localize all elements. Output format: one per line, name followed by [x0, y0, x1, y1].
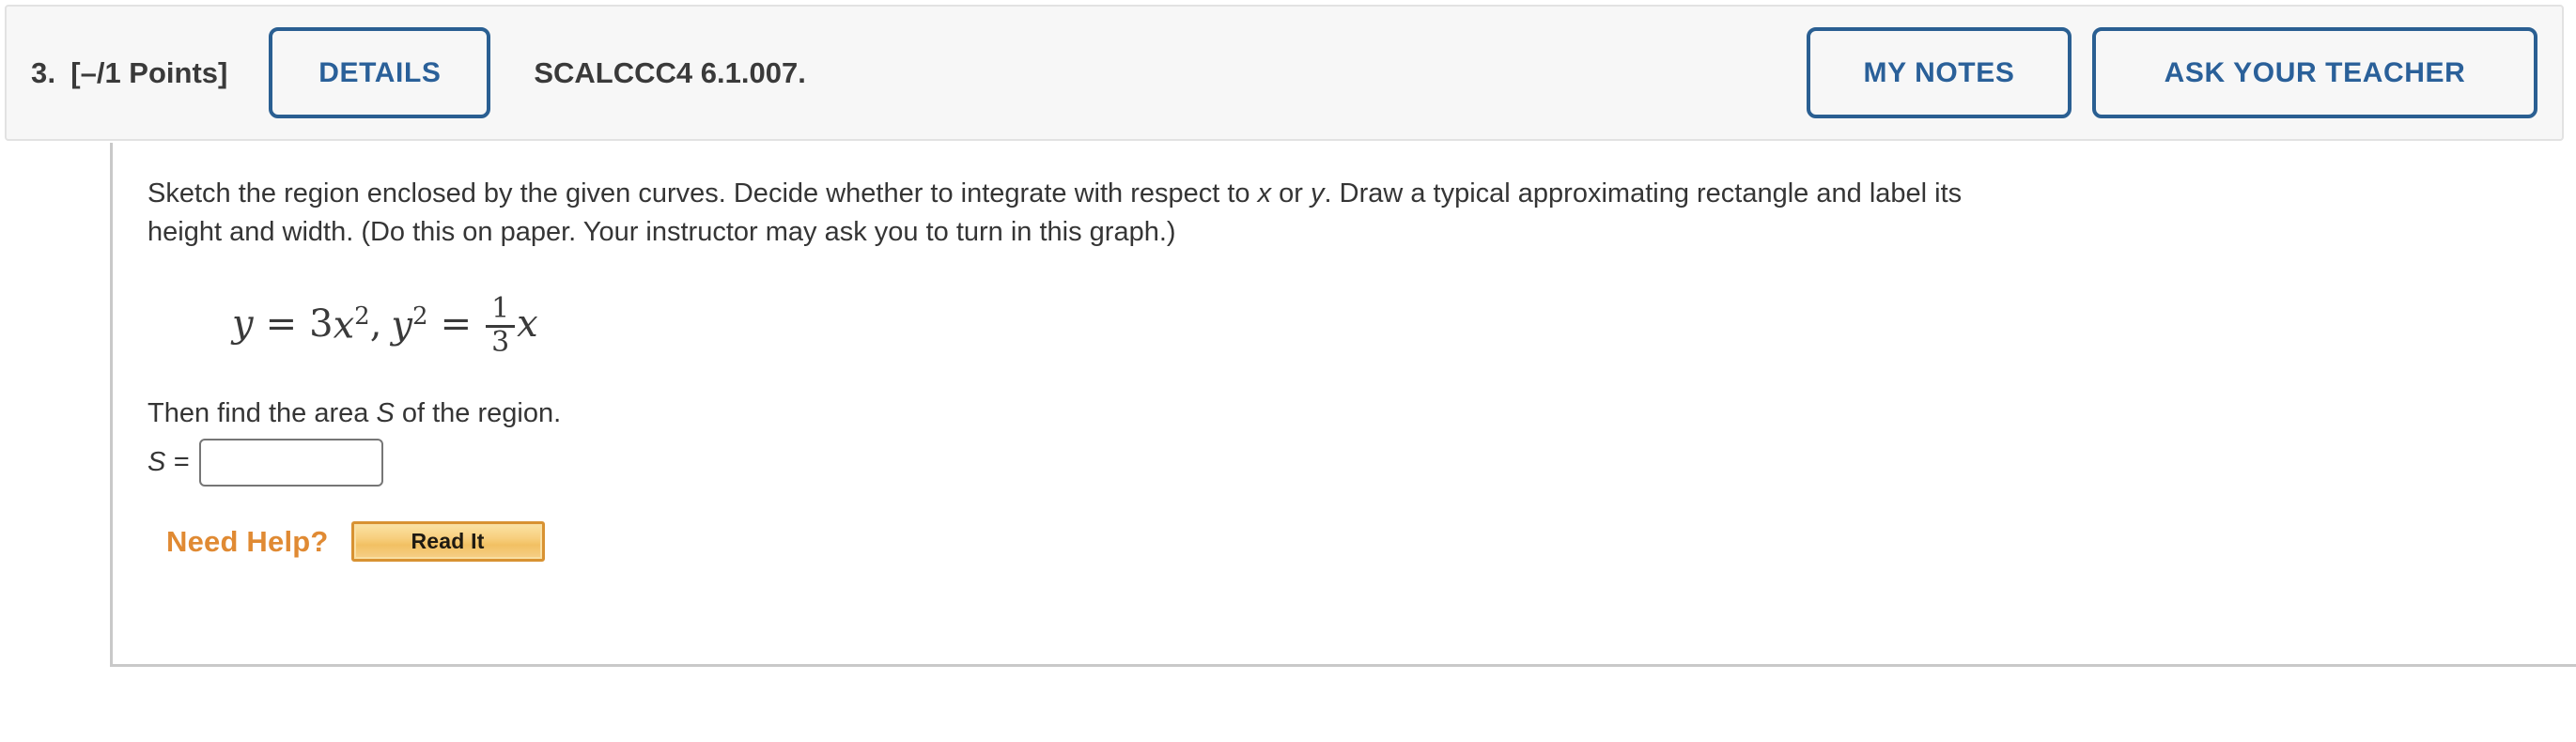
details-button[interactable]: DETAILS: [269, 27, 491, 118]
header-right-group: MY NOTES ASK YOUR TEACHER: [1807, 27, 2537, 118]
answer-row: S =: [147, 439, 2576, 487]
problem-page: 3. [–/1 Points] DETAILS SCALCCC4 6.1.007…: [0, 0, 2576, 742]
prompt-text-part-1: Sketch the region enclosed by the given …: [147, 178, 1258, 209]
equation-fraction-one-third: 1 3: [486, 292, 516, 359]
question-prompt: Sketch the region enclosed by the given …: [147, 175, 2496, 252]
equation-comma: ,: [369, 302, 382, 347]
equation-coefficient-3: 3: [309, 302, 334, 347]
fraction-numerator: 1: [491, 292, 510, 326]
need-help-label: Need Help?: [166, 524, 329, 558]
equation-x-exponent: 2: [354, 301, 370, 331]
prompt-text-part-3: . Draw a typical approximating rectangle…: [1324, 178, 1963, 209]
then-find-part-1: Then find the area: [147, 398, 377, 429]
equation-x: x2: [333, 301, 370, 347]
answer-label: S =: [147, 447, 190, 478]
prompt-text-line-2: height and width. (Do this on paper. You…: [147, 217, 1176, 248]
question-number: 3.: [31, 55, 56, 89]
need-help-row: Need Help? Read It: [166, 521, 2576, 563]
prompt-variable-y: y: [1311, 178, 1325, 209]
points-badge: [–/1 Points]: [70, 55, 228, 89]
read-it-label: Read It: [411, 529, 485, 554]
equation-lhs-y: y: [232, 302, 254, 347]
answer-input[interactable]: [199, 439, 384, 487]
then-find-part-2: of the region.: [394, 398, 562, 429]
read-it-button[interactable]: Read It: [350, 521, 545, 563]
equation-equals-2: =: [440, 302, 473, 347]
prompt-text-part-2: or: [1271, 178, 1311, 209]
equation-equals-1: =: [265, 302, 298, 347]
equation-rhs-x: x: [517, 302, 538, 347]
header-left-group: 3. [–/1 Points] DETAILS SCALCCC4 6.1.007…: [31, 27, 1807, 118]
problem-header: 3. [–/1 Points] DETAILS SCALCCC4 6.1.007…: [5, 5, 2564, 141]
my-notes-button[interactable]: MY NOTES: [1807, 27, 2072, 118]
question-content-inner: Sketch the region enclosed by the given …: [113, 143, 2576, 563]
equation-display: y = 3 x2 , y2 = 1 3 x: [232, 284, 2576, 364]
ask-your-teacher-button[interactable]: ASK YOUR TEACHER: [2092, 27, 2537, 118]
equation-y2: y2: [391, 301, 428, 347]
fraction-denominator: 3: [491, 325, 510, 359]
prompt-variable-x: x: [1257, 178, 1272, 209]
then-find-area-text: Then find the area S of the region.: [147, 398, 2576, 429]
equation-y-exponent: 2: [412, 301, 428, 331]
then-find-variable-s: S: [376, 398, 395, 429]
problem-code: SCALCCC4 6.1.007.: [534, 55, 806, 89]
question-content-panel: Sketch the region enclosed by the given …: [110, 143, 2576, 667]
